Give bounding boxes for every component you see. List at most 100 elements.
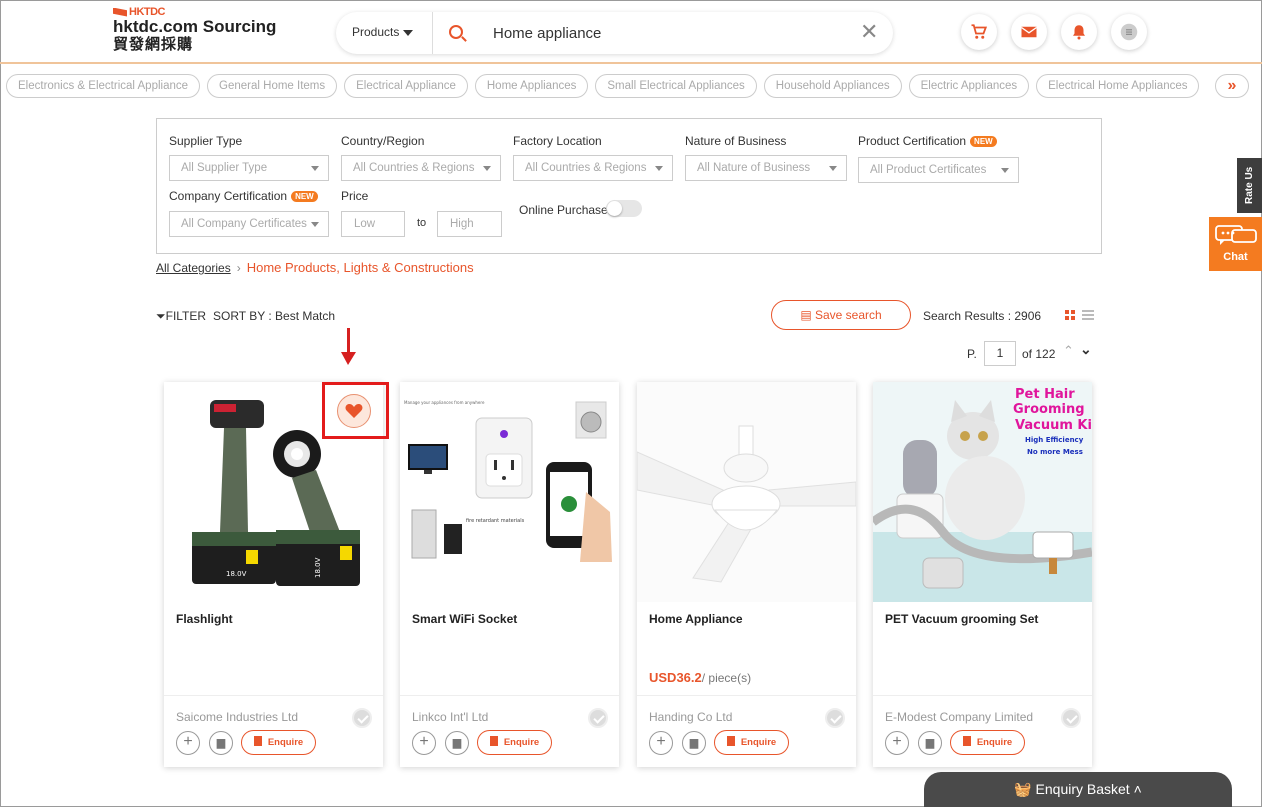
enquiry-basket-bar[interactable]: 🧺 Enquiry Basket ˄ (924, 772, 1232, 807)
menu-icon (1120, 23, 1138, 41)
verified-icon (825, 708, 845, 728)
product-name[interactable]: Smart WiFi Socket (412, 612, 517, 626)
category-pill[interactable]: Electric Appliances (908, 74, 1030, 98)
search-input[interactable] (493, 23, 833, 43)
chevron-down-icon[interactable]: ⌄ (1080, 341, 1092, 358)
supplier-name[interactable]: Linkco Int'l Ltd (412, 710, 488, 724)
chat-widget[interactable]: Chat (1209, 217, 1262, 271)
filter-icon: ⏷ (156, 309, 166, 323)
category-next-button[interactable]: » (1215, 74, 1249, 98)
country-label: Country/Region (341, 134, 425, 148)
country-select[interactable]: All Countries & Regions (341, 155, 501, 181)
search-category-select[interactable]: Products (352, 25, 414, 39)
plus-icon: + (419, 733, 429, 750)
compare-add-button[interactable]: + (176, 731, 200, 755)
list-view-icon[interactable] (1082, 310, 1094, 320)
product-image[interactable] (637, 382, 856, 602)
product-image[interactable]: Manage your appliances from anywhere fir… (400, 382, 619, 602)
card-divider (637, 695, 856, 696)
page-prefix: P. (967, 347, 977, 361)
supplier-name[interactable]: Saicome Industries Ltd (176, 710, 298, 724)
supplier-name[interactable]: Handing Co Ltd (649, 710, 732, 724)
rate-us-tab[interactable]: Rate Us (1237, 158, 1262, 213)
category-pill[interactable]: Small Electrical Appliances (595, 74, 757, 98)
enquire-button[interactable]: Enquire (241, 730, 316, 755)
breadcrumb-current[interactable]: Home Products, Lights & Constructions (247, 260, 474, 275)
product-card[interactable]: 18.0V 18.0V Flashlight Saicome Industrie… (164, 382, 383, 767)
enquire-button[interactable]: Enquire (950, 730, 1025, 755)
factory-location-select[interactable]: All Countries & Regions (513, 155, 673, 181)
logo[interactable]: HKTDC hktdc.com Sourcing 貿發網採購 (113, 6, 276, 53)
nature-of-business-select[interactable]: All Nature of Business (685, 155, 847, 181)
sort-select[interactable]: SORT BY : Best Match (213, 309, 335, 323)
company-certification-label: Company Certification NEW (169, 189, 318, 203)
product-price: USD36.2/ piece(s) (649, 670, 752, 685)
cart-icon (971, 24, 988, 39)
price-high-input[interactable]: High (437, 211, 502, 237)
plus-icon: + (183, 733, 193, 750)
page-number-input[interactable]: 1 (984, 341, 1016, 366)
document-icon (253, 736, 262, 746)
chat-bubble-icon: ▆ (689, 737, 699, 749)
category-pill[interactable]: Electronics & Electrical Appliance (6, 74, 201, 98)
product-certification-select[interactable]: All Product Certificates (858, 157, 1019, 183)
verified-icon (588, 708, 608, 728)
menu-button[interactable] (1111, 14, 1147, 50)
chevron-down-icon (311, 222, 319, 227)
product-name[interactable]: PET Vacuum grooming Set (885, 612, 1038, 626)
socket-ad-caption: fire retardant materials (466, 518, 525, 524)
compare-add-button[interactable]: + (885, 731, 909, 755)
chat-bubble-icon: ▆ (452, 737, 462, 749)
cart-button[interactable] (961, 14, 997, 50)
save-search-button[interactable]: ▤ Save search (771, 300, 911, 330)
chat-button[interactable]: ▆ (209, 731, 233, 755)
product-name[interactable]: Flashlight (176, 612, 233, 626)
chat-bubble-icon: ▆ (216, 737, 226, 749)
enquire-button[interactable]: Enquire (714, 730, 789, 755)
chat-button[interactable]: ▆ (682, 731, 706, 755)
company-certification-select[interactable]: All Company Certificates (169, 211, 329, 237)
price-low-input[interactable]: Low (341, 211, 405, 237)
mail-button[interactable] (1011, 14, 1047, 50)
close-icon[interactable]: ✕ (860, 19, 878, 45)
filter-toggle[interactable]: ⏷FILTER (156, 309, 206, 324)
search-bar: Products ✕ (336, 12, 893, 54)
compare-add-button[interactable]: + (412, 731, 436, 755)
category-pill[interactable]: Electrical Appliance (344, 74, 468, 98)
product-card[interactable]: Home Appliance USD36.2/ piece(s) Handing… (637, 382, 856, 767)
mail-icon (1021, 26, 1037, 38)
category-pill[interactable]: Home Appliances (474, 74, 589, 98)
breadcrumb-root-link[interactable]: All Categories (156, 261, 231, 275)
category-pill[interactable]: Electrical Home Appliances (1036, 74, 1200, 98)
category-pills: Electronics & Electrical Appliance Gener… (6, 74, 1200, 98)
save-icon: ▤ (800, 308, 815, 322)
enquire-button[interactable]: Enquire (477, 730, 552, 755)
product-image[interactable]: Pet Hair Grooming Vacuum Kit High Effici… (873, 382, 1092, 602)
notification-button[interactable] (1061, 14, 1097, 50)
supplier-type-select[interactable]: All Supplier Type (169, 155, 329, 181)
card-divider (164, 695, 383, 696)
product-card[interactable]: Pet Hair Grooming Vacuum Kit High Effici… (873, 382, 1092, 767)
supplier-name[interactable]: E-Modest Company Limited (885, 710, 1033, 724)
price-to-label: to (417, 217, 427, 229)
product-card[interactable]: Manage your appliances from anywhere fir… (400, 382, 619, 767)
chevron-up-icon[interactable]: ⌃ (1063, 343, 1074, 359)
bell-icon (1073, 25, 1085, 40)
chat-label: Chat (1223, 251, 1248, 263)
chat-button[interactable]: ▆ (445, 731, 469, 755)
compare-add-button[interactable]: + (649, 731, 673, 755)
verified-icon (352, 708, 372, 728)
chevron-down-icon (1001, 168, 1009, 173)
card-divider (873, 695, 1092, 696)
chevron-right-icon: › (236, 261, 241, 275)
factory-location-label: Factory Location (513, 134, 602, 148)
online-purchase-toggle[interactable] (606, 200, 642, 217)
product-name[interactable]: Home Appliance (649, 612, 743, 626)
category-pill[interactable]: Household Appliances (763, 74, 902, 98)
plus-icon: + (656, 733, 666, 750)
logo-brand-zh: 貿發網採購 (113, 36, 194, 53)
grid-view-icon[interactable] (1065, 310, 1075, 320)
chat-button[interactable]: ▆ (918, 731, 942, 755)
category-pill[interactable]: General Home Items (207, 74, 338, 98)
search-icon[interactable] (449, 25, 463, 39)
